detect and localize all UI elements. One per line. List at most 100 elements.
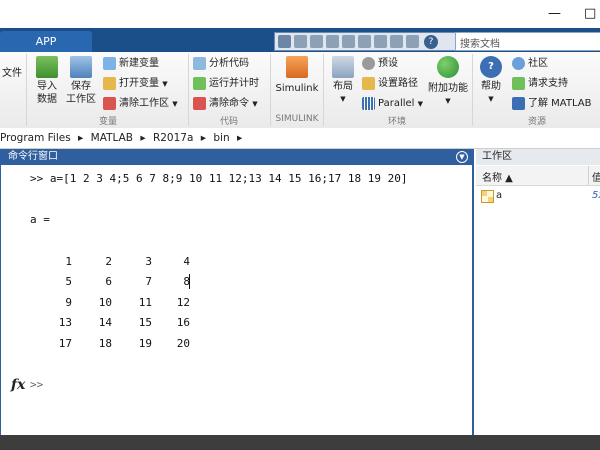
search-input[interactable]: 搜索文档 bbox=[455, 32, 600, 51]
community-button[interactable]: 社区 bbox=[512, 56, 548, 72]
matrix-cell: 13 bbox=[58, 316, 72, 329]
column-name-header[interactable]: 名称 ▲ bbox=[482, 169, 513, 184]
layout-button[interactable]: 布局 ▼ bbox=[326, 56, 360, 106]
breadcrumb: Program Files ▸ MATLAB ▸ R2017a ▸ bin ▸ bbox=[0, 128, 600, 149]
maximize-button[interactable]: □ bbox=[584, 6, 596, 21]
command-window-header: 命令行窗口 ▼ bbox=[0, 149, 474, 165]
run-and-time-button[interactable]: 运行并计时 bbox=[193, 76, 259, 92]
matrix-cell: 16 bbox=[176, 316, 190, 329]
clear-workspace-icon bbox=[103, 96, 116, 110]
breadcrumb-separator: ▸ bbox=[236, 132, 243, 144]
variable-display-label: a = bbox=[30, 213, 50, 226]
group-simulink-title: SIMULINK bbox=[275, 114, 319, 124]
title-bar: — □ bbox=[0, 0, 600, 28]
request-support-button[interactable]: 请求支持 bbox=[512, 76, 568, 92]
import-icon bbox=[36, 56, 58, 78]
input-prompt[interactable]: >> bbox=[30, 378, 43, 391]
analyze-code-button[interactable]: 分析代码 bbox=[193, 56, 249, 72]
paste-icon[interactable] bbox=[358, 35, 371, 48]
import-data-button[interactable]: 导入 数据 bbox=[30, 56, 64, 106]
matrix-cell: 19 bbox=[138, 337, 152, 350]
divider bbox=[472, 54, 473, 126]
set-path-button[interactable]: 设置路径 bbox=[362, 76, 418, 92]
workspace-header: 工作区 bbox=[476, 149, 600, 166]
open-icon[interactable] bbox=[294, 35, 307, 48]
gear-icon bbox=[362, 56, 375, 70]
copy-icon[interactable] bbox=[342, 35, 355, 48]
undo-icon[interactable] bbox=[374, 35, 387, 48]
matrix-cell: 18 bbox=[98, 337, 112, 350]
matrix-variable-icon bbox=[481, 190, 494, 203]
breadcrumb-separator: ▸ bbox=[78, 132, 84, 144]
group-environment-title: 环境 bbox=[387, 117, 406, 127]
simulink-button[interactable]: Simulink bbox=[274, 56, 320, 95]
analyze-code-icon bbox=[193, 56, 206, 70]
clear-commands-button[interactable]: 清除命令 ▼ bbox=[193, 96, 258, 112]
matrix-cell: 15 bbox=[138, 316, 152, 329]
open-variable-button[interactable]: 打开变量 ▼ bbox=[103, 76, 168, 92]
clear-commands-icon bbox=[193, 96, 206, 110]
workspace-panel bbox=[476, 165, 600, 435]
breadcrumb-item[interactable]: MATLAB bbox=[91, 132, 133, 144]
matrix-cell: 12 bbox=[176, 296, 190, 309]
status-bar bbox=[0, 435, 600, 450]
ribbon: 文件 导入 数据 保存 工作区 新建变量 打开变量 ▼ 清除工作区 ▼ 变量 分… bbox=[0, 52, 600, 129]
save-workspace-button[interactable]: 保存 工作区 bbox=[64, 56, 98, 106]
command-text: a=[1 2 3 4;5 6 7 8;9 10 11 12;13 14 15 1… bbox=[49, 172, 408, 185]
breadcrumb-item[interactable]: bin bbox=[213, 132, 229, 144]
redo-icon[interactable] bbox=[390, 35, 403, 48]
matrix-cell: 20 bbox=[176, 337, 190, 350]
matrix-cell: 11 bbox=[138, 296, 152, 309]
variable-value: 5x bbox=[592, 190, 600, 201]
community-icon bbox=[512, 56, 525, 70]
function-browser-icon[interactable]: fx bbox=[11, 377, 25, 393]
matrix-cell: 17 bbox=[58, 337, 72, 350]
prompt: >> bbox=[30, 172, 44, 185]
group-resources-title: 资源 bbox=[527, 117, 546, 127]
help-icon: ? bbox=[480, 56, 502, 78]
minimize-button[interactable]: — bbox=[548, 6, 561, 21]
column-value-header[interactable]: 值 bbox=[592, 169, 600, 184]
divider bbox=[26, 54, 27, 126]
workspace-column-headers: 名称 ▲ 值 bbox=[476, 166, 600, 186]
run-and-time-icon bbox=[193, 76, 206, 90]
parallel-icon bbox=[362, 96, 375, 110]
text-cursor bbox=[189, 274, 190, 289]
save-workspace-icon bbox=[70, 56, 92, 78]
breadcrumb-item[interactable]: R2017a bbox=[153, 132, 193, 144]
learn-matlab-button[interactable]: 了解 MATLAB bbox=[512, 96, 591, 112]
cut-icon[interactable] bbox=[326, 35, 339, 48]
tab-app[interactable]: APP bbox=[0, 31, 92, 52]
divider bbox=[188, 54, 189, 126]
parallel-button[interactable]: Parallel ▼ bbox=[362, 96, 423, 112]
new-variable-icon bbox=[103, 56, 116, 70]
simulink-icon bbox=[286, 56, 308, 78]
panel-menu-icon[interactable]: ▼ bbox=[456, 151, 468, 163]
support-icon bbox=[512, 76, 525, 90]
search-placeholder: 搜索文档 bbox=[460, 39, 500, 50]
matrix-cell: 6 bbox=[105, 275, 112, 288]
layout-icon bbox=[332, 56, 354, 78]
save-icon[interactable] bbox=[310, 35, 323, 48]
matrix-cell: 7 bbox=[145, 275, 152, 288]
switch-windows-icon[interactable] bbox=[406, 35, 419, 48]
group-code-title: 代码 bbox=[219, 117, 238, 127]
quick-access-toolbar: ? bbox=[274, 32, 456, 51]
breadcrumb-item[interactable]: Program Files bbox=[0, 132, 71, 144]
clear-workspace-button[interactable]: 清除工作区 ▼ bbox=[103, 96, 178, 112]
matrix-cell: 14 bbox=[98, 316, 112, 329]
workspace-title: 工作区 bbox=[482, 151, 512, 162]
preferences-button[interactable]: 预设 bbox=[362, 56, 398, 72]
folder-icon bbox=[362, 76, 375, 90]
workspace-variable-row[interactable]: a 5x bbox=[476, 188, 600, 204]
matrix-cell: 1 bbox=[65, 255, 72, 268]
command-line: >> a=[1 2 3 4;5 6 7 8;9 10 11 12;13 14 1… bbox=[30, 172, 408, 185]
learn-icon bbox=[512, 96, 525, 110]
help-icon[interactable]: ? bbox=[424, 35, 438, 49]
help-button[interactable]: ? 帮助 ▼ bbox=[476, 56, 506, 106]
new-variable-button[interactable]: 新建变量 bbox=[103, 56, 159, 72]
matrix-cell: 4 bbox=[183, 255, 190, 268]
new-icon[interactable] bbox=[278, 35, 291, 48]
column-divider[interactable] bbox=[588, 166, 589, 185]
addons-button[interactable]: 附加功能 ▼ bbox=[428, 56, 468, 108]
